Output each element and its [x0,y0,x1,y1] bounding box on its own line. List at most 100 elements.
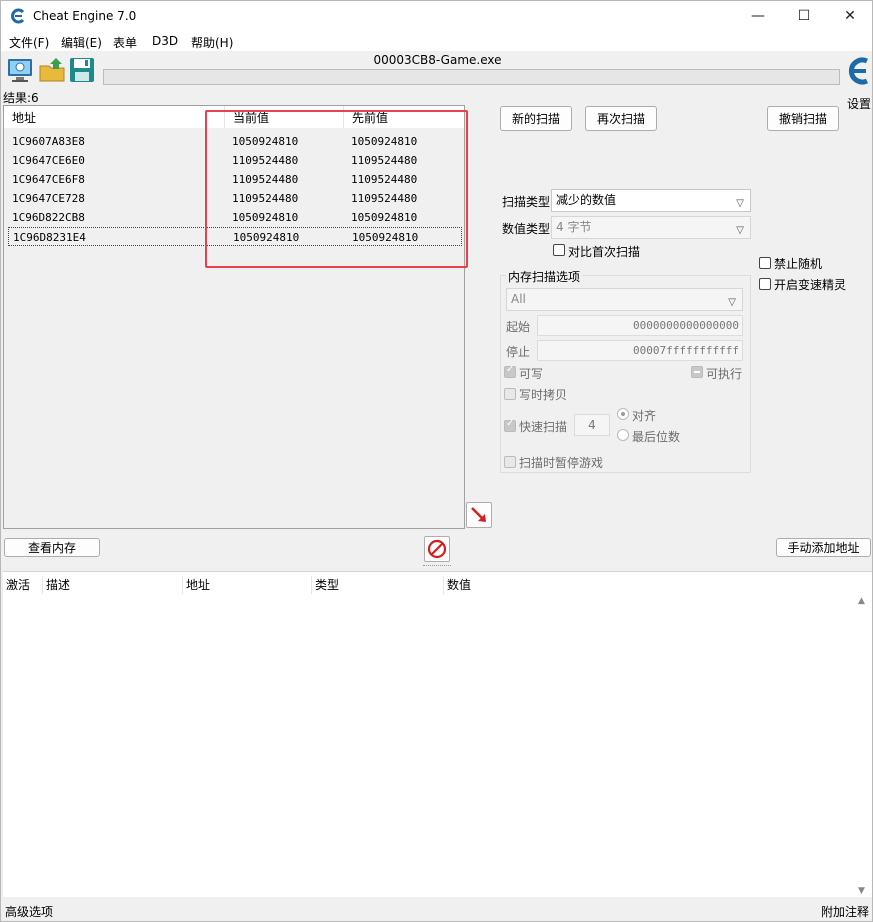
result-previous-value: 1109524480 [351,173,418,186]
result-current-value: 1050924810 [232,135,299,148]
red-arrow-icon [471,507,486,522]
window-title: Cheat Engine 7.0 [33,9,137,23]
add-to-list-button[interactable] [466,502,492,528]
writable-label: 可写 [519,367,544,381]
splitter-handle[interactable] [423,565,451,568]
menu-edit[interactable]: 编辑(E) [61,34,102,51]
process-name: 00003CB8-Game.exe [373,53,502,67]
result-previous-value: 1050924810 [351,135,418,148]
add-address-manually-button[interactable]: 手动添加地址 [776,538,871,557]
result-address: 1C9607A83E8 [12,135,85,148]
undo-scan-button[interactable]: 撤销扫描 [767,106,839,131]
maximize-button[interactable]: ☐ [781,1,827,31]
memory-scan-options-title: 内存扫描选项 [506,268,583,285]
table-comments-link[interactable]: 附加注释 [821,903,869,920]
address-list[interactable]: 激活 描述 地址 类型 数值 ▲ ▼ [3,571,872,897]
result-address: 1C9647CE6E0 [12,154,85,167]
result-address: 1C96D8231E4 [13,231,86,244]
column-header-current-value[interactable]: 当前值 [225,106,344,128]
settings-icon[interactable] [844,53,872,91]
next-scan-button[interactable]: 再次扫描 [585,106,657,131]
align-radio[interactable] [617,408,629,420]
result-previous-value: 1050924810 [352,231,419,244]
stop-address-field[interactable]: 00007fffffffffff [537,340,743,361]
result-row[interactable]: 1C9647CE6E0 1109524480 1109524480 [4,151,464,170]
scan-type-value: 减少的数值 [556,193,617,207]
column-header-address[interactable]: 地址 [4,106,225,128]
executable-checkbox[interactable] [691,366,703,378]
chevron-down-icon: ▽ [736,225,744,236]
menu-help[interactable]: 帮助(H) [191,34,233,51]
result-current-value: 1109524480 [232,154,299,167]
column-header-type[interactable]: 类型 [312,576,444,594]
result-previous-value: 1109524480 [351,192,418,205]
close-button[interactable]: ✕ [827,1,873,31]
fast-scan-checkbox[interactable] [504,418,516,432]
new-scan-button[interactable]: 新的扫描 [500,106,572,131]
title-bar: Cheat Engine 7.0 — ☐ ✕ [1,1,872,31]
result-current-value: 1050924810 [232,211,299,224]
results-count: 结果:6 [3,91,39,105]
compare-first-scan-checkbox[interactable] [553,244,565,256]
status-bar: 高级选项 附加注释 [1,900,872,922]
stop-address-label: 停止 [506,345,531,359]
result-row[interactable]: 1C9647CE728 1109524480 1109524480 [4,189,464,208]
scan-type-label: 扫描类型 [502,195,551,209]
view-memory-button[interactable]: 查看内存 [4,538,100,557]
align-label: 对齐 [632,409,657,423]
disable-random-checkbox[interactable] [759,257,771,269]
result-row-selected[interactable]: 1C96D8231E4 1050924810 1050924810 [8,227,462,246]
fast-scan-label: 快速扫描 [519,420,568,434]
minimize-button[interactable]: — [735,1,781,31]
column-header-description[interactable]: 描述 [43,576,183,594]
result-current-value: 1050924810 [233,231,300,244]
value-type-value: 4 字节 [556,220,592,234]
value-type-select[interactable]: 4 字节 ▽ [551,216,751,239]
indeterminate-mark-icon [694,371,700,373]
scan-progress-bar [103,69,840,85]
advanced-options-link[interactable]: 高级选项 [5,903,53,920]
cheat-engine-window: Cheat Engine 7.0 — ☐ ✕ 文件(F) 编辑(E) 表单 D3… [0,0,873,922]
no-entry-icon [427,539,447,559]
last-digits-radio[interactable] [617,429,629,441]
result-previous-value: 1109524480 [351,154,418,167]
speedhack-checkbox[interactable] [759,278,771,290]
column-header-address[interactable]: 地址 [183,576,312,594]
pause-game-label: 扫描时暂停游戏 [519,456,604,470]
result-row[interactable]: 1C9647CE6F8 1109524480 1109524480 [4,170,464,189]
clear-list-button[interactable] [424,536,450,562]
fast-scan-alignment-field[interactable]: 4 [574,414,610,436]
copy-on-write-checkbox[interactable] [504,388,516,400]
vertical-scrollbar[interactable]: ▲ ▼ [856,594,870,898]
executable-label: 可执行 [706,367,743,381]
menu-table[interactable]: 表单 [113,34,137,51]
menu-bar: 文件(F) 编辑(E) 表单 D3D 帮助(H) [1,31,872,51]
scroll-down-icon[interactable]: ▼ [858,886,865,896]
chevron-down-icon: ▽ [736,198,744,209]
writable-checkbox[interactable] [504,364,516,378]
chevron-down-icon: ▽ [728,297,736,308]
start-address-label: 起始 [506,320,531,334]
scan-type-select[interactable]: 减少的数值 ▽ [551,189,751,212]
result-row[interactable]: 1C9607A83E8 1050924810 1050924810 [4,132,464,151]
result-row[interactable]: 1C96D822CB8 1050924810 1050924810 [4,208,464,227]
start-address-field[interactable]: 0000000000000000 [537,315,743,336]
menu-d3d[interactable]: D3D [152,34,178,48]
speedhack-label: 开启变速精灵 [774,278,847,292]
column-header-previous-value[interactable]: 先前值 [344,106,464,128]
value-type-label: 数值类型 [502,222,551,236]
compare-first-scan-label: 对比首次扫描 [568,245,641,259]
column-header-active[interactable]: 激活 [3,576,43,594]
results-list[interactable]: 地址 当前值 先前值 1C9607A83E8 1050924810 105092… [3,105,465,529]
result-address: 1C96D822CB8 [12,211,85,224]
result-current-value: 1109524480 [232,192,299,205]
menu-file[interactable]: 文件(F) [9,34,49,51]
settings-label[interactable]: 设置 [847,95,871,112]
memory-region-select[interactable]: All ▽ [506,288,743,311]
result-current-value: 1109524480 [232,173,299,186]
result-previous-value: 1050924810 [351,211,418,224]
scroll-up-icon[interactable]: ▲ [858,596,865,606]
pause-game-checkbox[interactable] [504,456,516,468]
column-header-value[interactable]: 数值 [444,576,854,594]
result-address: 1C9647CE6F8 [12,173,85,186]
